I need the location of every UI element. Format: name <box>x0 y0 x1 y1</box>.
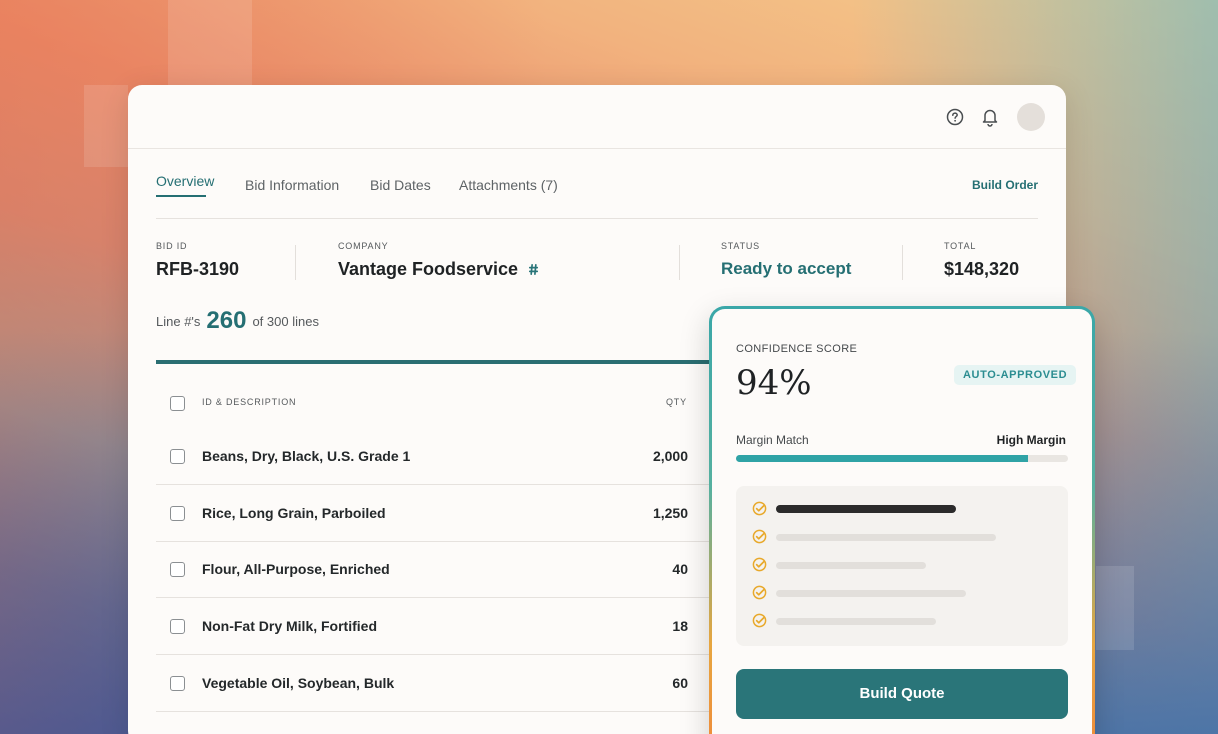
row-checkbox[interactable] <box>170 506 185 521</box>
select-all-checkbox[interactable] <box>170 396 185 411</box>
confidence-card-body: CONFIDENCE SCORE 94% AUTO-APPROVED Margi… <box>712 309 1092 734</box>
status-badge: AUTO-APPROVED <box>954 365 1077 385</box>
avatar[interactable] <box>1017 103 1045 131</box>
table-row[interactable]: Flour, All-Purpose, Enriched 40 <box>156 541 716 598</box>
divider <box>902 245 903 280</box>
table-row[interactable]: Rice, Long Grain, Parboiled 1,250 <box>156 485 716 542</box>
line-count-value: 260 <box>206 307 247 334</box>
link-icon[interactable] <box>527 263 540 276</box>
status-label: STATUS <box>721 241 760 251</box>
total-field: TOTAL $148,320 <box>944 241 1019 280</box>
row-description: Beans, Dry, Black, U.S. Grade 1 <box>202 448 411 464</box>
company-row: Vantage Foodservice <box>338 259 540 280</box>
line-count-prefix: Line #'s <box>156 314 201 329</box>
checklist-placeholder-line <box>776 562 926 569</box>
top-bar <box>128 85 1066 149</box>
row-description: Rice, Long Grain, Parboiled <box>202 505 386 521</box>
tab-bid-dates[interactable]: Bid Dates <box>370 177 431 193</box>
check-circle-icon <box>752 501 767 516</box>
total-value: $148,320 <box>944 259 1020 279</box>
company-field: COMPANY Vantage Foodservice <box>338 241 540 280</box>
divider <box>295 245 296 280</box>
col-header-qty: QTY <box>666 397 687 407</box>
table-row[interactable]: Vegetable Oil, Soybean, Bulk 60 <box>156 655 716 712</box>
tab-overview[interactable]: Overview <box>156 173 214 189</box>
tab-bar: Overview Bid Information Bid Dates Attac… <box>156 169 1038 219</box>
bid-id-field: BID ID RFB-3190 <box>156 241 239 280</box>
line-count: Line #'s 260 of 300 lines <box>156 307 319 335</box>
confidence-score-label: CONFIDENCE SCORE <box>736 343 858 355</box>
build-quote-button[interactable]: Build Quote <box>736 669 1068 719</box>
active-tab-indicator <box>156 195 206 197</box>
company-label: COMPANY <box>338 241 389 251</box>
row-checkbox[interactable] <box>170 619 185 634</box>
checklist <box>736 486 1068 646</box>
divider <box>679 245 680 280</box>
row-qty: 40 <box>672 561 688 577</box>
checklist-placeholder-line <box>776 505 956 513</box>
row-qty: 2,000 <box>652 448 688 464</box>
company-value: Vantage Foodservice <box>338 259 519 279</box>
row-checkbox[interactable] <box>170 449 185 464</box>
margin-match-label: Margin Match <box>736 433 809 447</box>
check-circle-icon <box>752 557 767 572</box>
tab-attachments[interactable]: Attachments (7) <box>459 177 558 193</box>
row-checkbox[interactable] <box>170 676 185 691</box>
row-description: Vegetable Oil, Soybean, Bulk <box>202 675 395 691</box>
col-header-description: ID & DESCRIPTION <box>202 397 297 407</box>
status-field: STATUS Ready to accept <box>721 241 851 279</box>
table-row[interactable]: Non-Fat Dry Milk, Fortified 18 <box>156 598 716 655</box>
bell-icon[interactable] <box>981 107 999 127</box>
confidence-card: CONFIDENCE SCORE 94% AUTO-APPROVED Margi… <box>709 306 1095 734</box>
check-circle-icon <box>752 585 767 600</box>
row-qty: 18 <box>672 618 688 634</box>
line-count-suffix: of 300 lines <box>252 314 319 329</box>
margin-match-value: High Margin <box>996 433 1066 447</box>
row-qty: 1,250 <box>652 505 688 521</box>
row-checkbox[interactable] <box>170 562 185 577</box>
margin-match-bar <box>736 455 1068 462</box>
bid-id-value: RFB-3190 <box>156 259 240 279</box>
bid-id-label: BID ID <box>156 241 188 251</box>
checklist-placeholder-line <box>776 590 966 597</box>
tab-bid-information[interactable]: Bid Information <box>245 177 339 193</box>
checklist-placeholder-line <box>776 618 936 625</box>
row-qty: 60 <box>672 675 688 691</box>
total-label: TOTAL <box>944 241 977 251</box>
table-row[interactable]: Beans, Dry, Black, U.S. Grade 1 2,000 <box>156 428 716 485</box>
help-circle-icon[interactable] <box>946 108 964 126</box>
row-description: Non-Fat Dry Milk, Fortified <box>202 618 377 634</box>
confidence-score-value: 94% <box>736 363 812 403</box>
row-description: Flour, All-Purpose, Enriched <box>202 561 390 577</box>
check-circle-icon <box>752 613 767 628</box>
margin-match-fill <box>736 455 1029 462</box>
build-order-link[interactable]: Build Order <box>972 178 1038 192</box>
check-circle-icon <box>752 529 767 544</box>
status-value: Ready to accept <box>721 259 852 278</box>
checklist-placeholder-line <box>776 534 996 541</box>
